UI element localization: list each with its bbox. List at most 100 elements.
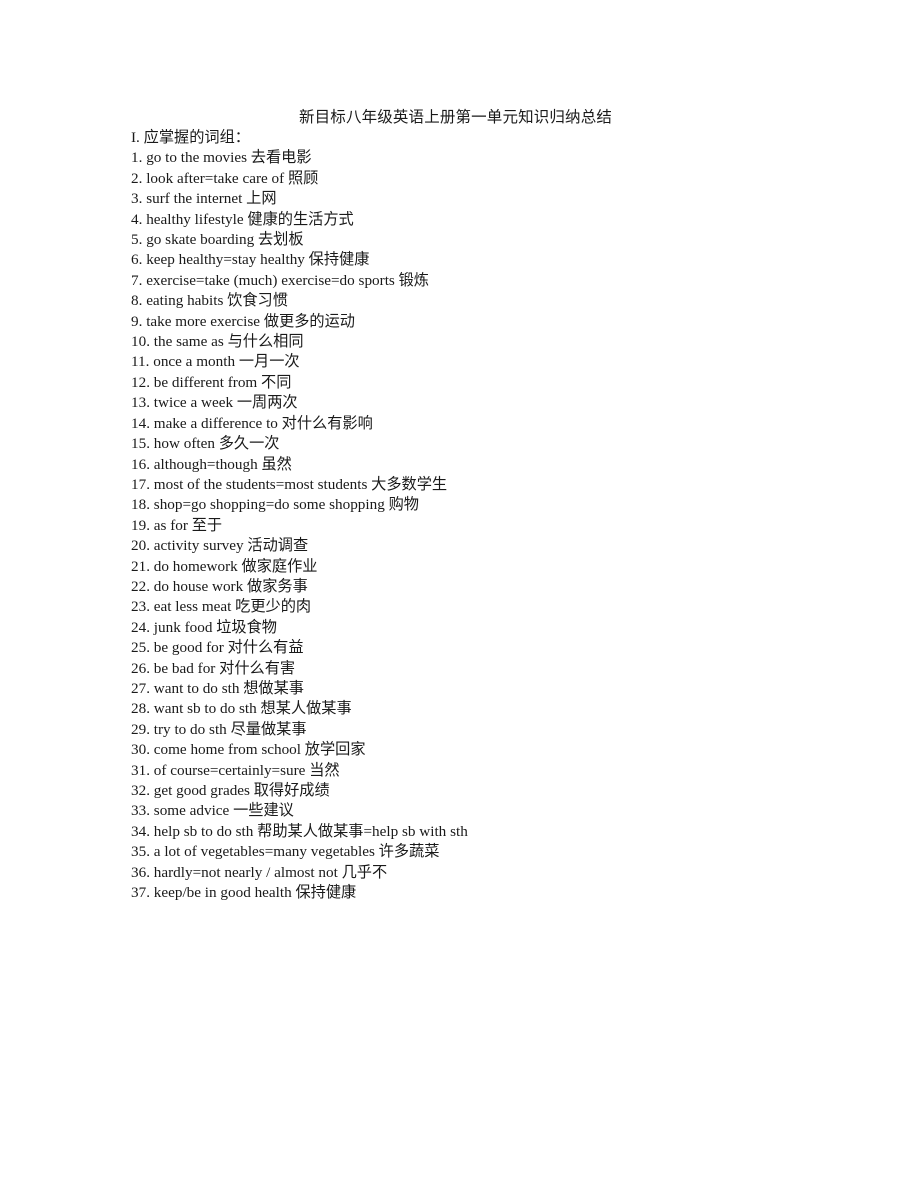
vocab-list-item: 20. activity survey 活动调查 (131, 536, 831, 556)
section-heading-phrases: I. 应掌握的词组： (131, 129, 250, 146)
vocab-item-number: 17. (131, 475, 150, 493)
vocab-item-text: look after=take care of 照顾 (146, 169, 319, 187)
vocab-list-item: 10. the same as 与什么相同 (131, 332, 831, 352)
vocab-item-number: 34. (131, 822, 150, 840)
document-title: 新目标八年级英语上册第一单元知识归纳总结 (299, 109, 613, 126)
vocab-item-number: 31. (131, 761, 150, 779)
vocab-list-item: 26. be bad for 对什么有害 (131, 659, 831, 679)
vocab-list-item: 35. a lot of vegetables=many vegetables … (131, 842, 831, 862)
vocab-list-item: 19. as for 至于 (131, 516, 831, 536)
vocab-item-number: 12. (131, 373, 150, 391)
vocab-item-number: 23. (131, 598, 150, 616)
vocab-item-number: 10. (131, 333, 150, 351)
vocab-item-text: want sb to do sth 想某人做某事 (153, 700, 352, 718)
vocab-item-text: go skate boarding 去划板 (146, 231, 304, 249)
vocab-item-text: keep/be in good health 保持健康 (153, 884, 357, 902)
vocab-item-number: 4. (131, 210, 143, 228)
vocab-item-text: be good for 对什么有益 (153, 639, 304, 657)
vocab-list-item: 33. some advice 一些建议 (131, 801, 831, 821)
vocab-item-number: 8. (131, 292, 143, 310)
vocab-list-item: 16. although=though 虽然 (131, 455, 831, 475)
vocab-item-text: eat less meat 吃更少的肉 (153, 598, 312, 616)
vocab-list-item: 3. surf the internet 上网 (131, 189, 831, 209)
vocab-list-item: 17. most of the students=most students 大… (131, 475, 831, 495)
vocab-item-number: 32. (131, 782, 150, 799)
vocab-item-text: try to do sth 尽量做某事 (153, 720, 307, 738)
vocab-item-number: 30. (131, 741, 150, 759)
vocab-item-text: keep healthy=stay healthy 保持健康 (146, 251, 370, 269)
vocab-list-item: 22. do house work 做家务事 (131, 577, 831, 597)
vocab-item-number: 26. (131, 659, 150, 677)
vocab-item-number: 18. (131, 496, 150, 514)
vocab-item-number: 5. (131, 231, 143, 249)
vocab-item-text: although=though 虽然 (153, 455, 292, 473)
vocab-item-text: come home from school 放学回家 (153, 741, 366, 759)
vocab-list-item: 9. take more exercise 做更多的运动 (131, 312, 831, 332)
vocab-list-item: 24. junk food 垃圾食物 (131, 618, 831, 638)
document-page: 新目标八年级英语上册第一单元知识归纳总结 I. 应掌握的词组： 1. go to… (0, 0, 920, 1191)
vocab-item-number: 36. (131, 863, 150, 881)
vocab-item-number: 19. (131, 516, 150, 534)
vocab-list-item: 7. exercise=take (much) exercise=do spor… (131, 271, 831, 291)
vocab-item-number: 14. (131, 414, 150, 432)
vocab-item-number: 16. (131, 455, 150, 473)
vocab-item-number: 7. (131, 271, 143, 289)
vocab-item-text: be bad for 对什么有害 (153, 659, 296, 677)
vocab-item-number: 35. (131, 843, 150, 861)
vocab-item-text: junk food 垃圾食物 (153, 618, 277, 636)
vocab-list-item: 37. keep/be in good health 保持健康 (131, 883, 831, 903)
vocab-item-text: once a month 一月一次 (153, 353, 300, 371)
vocab-list-item: 31. of course=certainly=sure 当然 (131, 761, 831, 781)
vocab-item-number: 27. (131, 679, 150, 697)
vocab-item-text: hardly=not nearly / almost not 几乎不 (153, 863, 388, 881)
vocab-item-number: 24. (131, 618, 150, 636)
vocab-item-number: 20. (131, 537, 150, 555)
vocab-item-text: surf the internet 上网 (146, 190, 277, 208)
vocab-list-item: 30. come home from school 放学回家 (131, 740, 831, 760)
vocab-item-text: activity survey 活动调查 (153, 537, 309, 555)
vocab-item-number: 11. (131, 353, 150, 371)
vocab-item-text: the same as 与什么相同 (153, 333, 304, 351)
vocab-item-text: some advice 一些建议 (153, 802, 294, 820)
vocab-item-text: most of the students=most students 大多数学生 (153, 475, 448, 493)
vocab-item-number: 22. (131, 577, 150, 595)
vocab-item-text: how often 多久一次 (153, 435, 280, 453)
vocab-item-number: 21. (131, 557, 150, 575)
vocab-item-number: 15. (131, 435, 150, 453)
vocab-list-item: 2. look after=take care of 照顾 (131, 169, 831, 189)
vocab-item-text: help sb to do sth 帮助某人做某事=help sb with s… (153, 822, 468, 840)
vocab-list-item: 6. keep healthy=stay healthy 保持健康 (131, 250, 831, 270)
vocab-list-item: 8. eating habits 饮食习惯 (131, 291, 831, 311)
vocab-item-text: exercise=take (much) exercise=do sports … (146, 271, 429, 289)
vocab-list-item: 28. want sb to do sth 想某人做某事 (131, 699, 831, 719)
vocab-item-text: shop=go shopping=do some shopping 购物 (153, 496, 419, 514)
vocab-list-item: 36. hardly=not nearly / almost not 几乎不 (131, 863, 831, 883)
vocab-item-text: of course=certainly=sure 当然 (153, 761, 340, 779)
vocab-item-text: make a difference to 对什么有影响 (153, 414, 373, 432)
vocab-list-item: 32. get good grades 取得好成绩 (131, 781, 831, 801)
vocab-item-number: 29. (131, 720, 150, 738)
vocab-list-item: 15. how often 多久一次 (131, 434, 831, 454)
vocab-item-text: healthy lifestyle 健康的生活方式 (146, 210, 354, 228)
document-body: I. 应掌握的词组： 1. go to the movies 去看电影 2. lo… (131, 128, 831, 903)
vocab-item-text: be different from 不同 (153, 373, 292, 391)
vocab-list-item: 4. healthy lifestyle 健康的生活方式 (131, 210, 831, 230)
vocab-item-text: eating habits 饮食习惯 (146, 292, 288, 310)
vocab-list-item: 23. eat less meat 吃更少的肉 (131, 597, 831, 617)
vocab-item-text: do house work 做家务事 (153, 577, 308, 595)
vocab-item-number: 2. (131, 169, 143, 187)
vocab-item-number: 25. (131, 639, 150, 657)
vocab-item-number: 9. (131, 312, 143, 330)
vocab-list-item: 21. do homework 做家庭作业 (131, 557, 831, 577)
vocab-list-item: 12. be different from 不同 (131, 373, 831, 393)
vocab-item-text: take more exercise 做更多的运动 (146, 312, 355, 330)
vocabulary-list: 1. go to the movies 去看电影 2. look after=ta… (131, 148, 831, 903)
vocab-item-number: 28. (131, 700, 150, 718)
vocab-list-item: 13. twice a week 一周两次 (131, 393, 831, 413)
vocab-item-number: 37. (131, 884, 150, 902)
vocab-item-number: 3. (131, 190, 143, 208)
vocab-list-item: 25. be good for 对什么有益 (131, 638, 831, 658)
vocab-item-text: go to the movies 去看电影 (146, 149, 312, 167)
vocab-item-text: want to do sth 想做某事 (153, 679, 304, 697)
vocab-item-number: 6. (131, 251, 143, 269)
